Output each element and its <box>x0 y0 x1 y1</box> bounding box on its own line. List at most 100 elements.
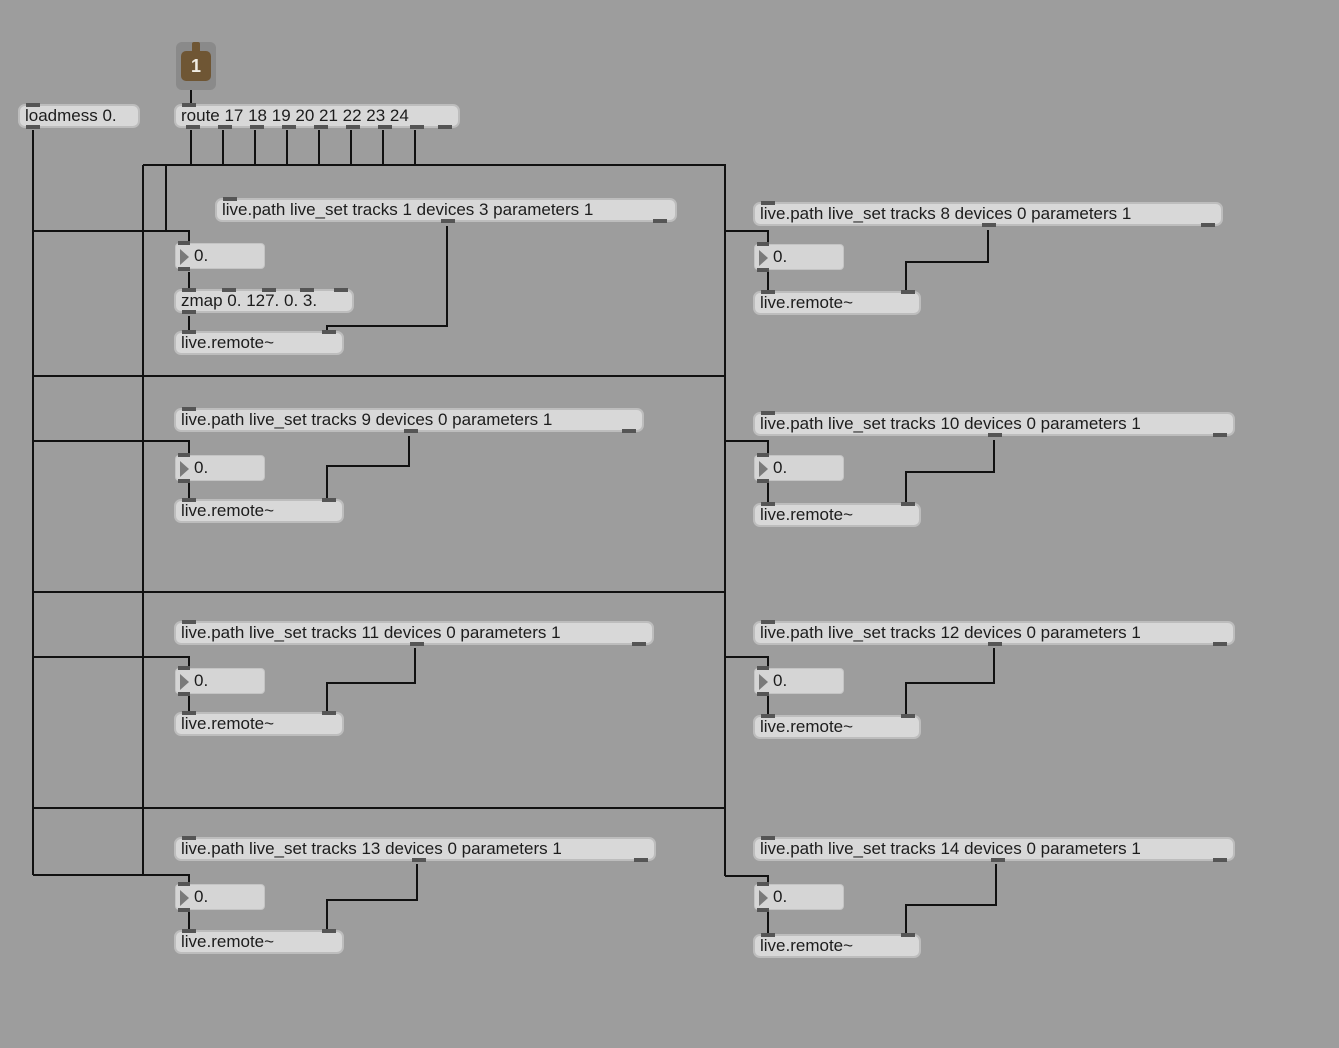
live-path-text: live.path live_set tracks 14 devices 0 p… <box>760 839 1141 858</box>
outlet-port-icon <box>178 267 190 271</box>
inlet-port-icon <box>26 103 40 107</box>
outlet-port-icon <box>634 858 648 862</box>
float-number-box[interactable]: 0. <box>175 882 265 912</box>
float-number-box[interactable]: 0. <box>754 453 844 483</box>
inlet-port-icon <box>761 714 775 718</box>
float-number-box[interactable]: 0. <box>754 666 844 696</box>
live-path-object[interactable]: live.path live_set tracks 14 devices 0 p… <box>753 836 1235 862</box>
live-path-object[interactable]: live.path live_set tracks 12 devices 0 p… <box>753 620 1235 646</box>
inlet-port-icon <box>182 330 196 334</box>
inlet-port-icon <box>222 288 236 292</box>
outlet-port-icon <box>178 692 190 696</box>
live-path-object[interactable]: live.path live_set tracks 1 devices 3 pa… <box>215 197 677 223</box>
inlet-port-icon <box>182 620 196 624</box>
inlet-port-icon <box>262 288 276 292</box>
number-value: 0. <box>194 887 209 906</box>
inlet-port-object[interactable]: 1 <box>176 42 216 90</box>
route-text: route 17 18 19 20 21 22 23 24 <box>181 106 409 125</box>
outlet-port-icon <box>622 429 636 433</box>
zmap-object[interactable]: zmap 0. 127. 0. 3. <box>174 288 354 314</box>
float-number-box[interactable]: 0. <box>754 242 844 272</box>
float-number-box[interactable]: 0. <box>175 666 265 696</box>
live-path-object[interactable]: live.path live_set tracks 9 devices 0 pa… <box>174 407 644 433</box>
live-remote-object[interactable]: live.remote~ <box>174 498 344 523</box>
inlet-port-icon <box>322 929 336 933</box>
number-triangle-icon <box>759 250 768 266</box>
inlet-port-icon <box>182 498 196 502</box>
inlet-port-icon <box>757 453 769 457</box>
live-path-object[interactable]: live.path live_set tracks 10 devices 0 p… <box>753 411 1235 437</box>
number-triangle-icon <box>180 890 189 906</box>
live-path-text: live.path live_set tracks 1 devices 3 pa… <box>222 200 594 219</box>
number-value: 0. <box>194 246 209 265</box>
inlet-port-icon <box>901 714 915 718</box>
inlet-port-icon <box>178 882 190 886</box>
inlet-port-icon <box>334 288 348 292</box>
outlet-port-icon <box>757 268 769 272</box>
live-remote-text: live.remote~ <box>181 714 275 733</box>
live-remote-object[interactable]: live.remote~ <box>753 502 921 527</box>
outlet-port-icon <box>1201 223 1215 227</box>
number-value: 0. <box>773 671 788 690</box>
number-triangle-icon <box>759 674 768 690</box>
live-remote-object[interactable]: live.remote~ <box>753 933 921 958</box>
live-path-object[interactable]: live.path live_set tracks 13 devices 0 p… <box>174 836 656 862</box>
inlet-port-icon <box>300 288 314 292</box>
outlet-port-icon <box>186 125 200 129</box>
live-path-object[interactable]: live.path live_set tracks 8 devices 0 pa… <box>753 201 1223 227</box>
live-remote-object[interactable]: live.remote~ <box>174 711 344 736</box>
patcher-canvas[interactable]: 1 loadmess 0. route 17 18 19 20 21 22 23… <box>0 0 1339 1048</box>
number-triangle-icon <box>759 461 768 477</box>
inlet-port-number: 1 <box>181 51 211 81</box>
outlet-port-icon <box>991 858 1005 862</box>
outlet-port-icon <box>1213 858 1227 862</box>
live-path-text: live.path live_set tracks 13 devices 0 p… <box>181 839 562 858</box>
outlet-port-icon <box>26 125 40 129</box>
outlet-port-icon <box>653 219 667 223</box>
live-remote-object[interactable]: live.remote~ <box>753 290 921 315</box>
live-remote-object[interactable]: live.remote~ <box>753 714 921 739</box>
inlet-port-icon <box>178 241 190 245</box>
inlet-port-icon <box>761 933 775 937</box>
outlet-port-icon <box>178 908 190 912</box>
outlet-port-icon <box>250 125 264 129</box>
loadmess-object[interactable]: loadmess 0. <box>18 103 140 129</box>
live-path-object[interactable]: live.path live_set tracks 11 devices 0 p… <box>174 620 654 646</box>
float-number-box[interactable]: 0. <box>754 882 844 912</box>
inlet-port-icon <box>761 290 775 294</box>
outlet-port-icon <box>178 479 190 483</box>
live-remote-object[interactable]: live.remote~ <box>174 330 344 355</box>
route-object[interactable]: route 17 18 19 20 21 22 23 24 <box>174 103 460 129</box>
live-remote-text: live.remote~ <box>760 936 854 955</box>
outlet-port-icon <box>1213 433 1227 437</box>
inlet-port-icon <box>757 242 769 246</box>
number-value: 0. <box>773 887 788 906</box>
inlet-port-icon <box>322 711 336 715</box>
outlet-port-icon <box>757 908 769 912</box>
inlet-port-icon <box>761 836 775 840</box>
live-remote-text: live.remote~ <box>181 932 275 951</box>
number-triangle-icon <box>759 890 768 906</box>
zmap-text: zmap 0. 127. 0. 3. <box>181 291 318 310</box>
live-remote-text: live.remote~ <box>760 505 854 524</box>
inlet-port-icon <box>178 666 190 670</box>
live-remote-object[interactable]: live.remote~ <box>174 929 344 954</box>
live-remote-text: live.remote~ <box>760 293 854 312</box>
float-number-box[interactable]: 0. <box>175 453 265 483</box>
inlet-port-icon <box>901 933 915 937</box>
live-remote-text: live.remote~ <box>760 717 854 736</box>
inlet-port-icon <box>757 882 769 886</box>
live-remote-text: live.remote~ <box>181 501 275 520</box>
inlet-port-icon <box>182 929 196 933</box>
outlet-port-icon <box>438 125 452 129</box>
live-remote-text: live.remote~ <box>181 333 275 352</box>
live-path-text: live.path live_set tracks 12 devices 0 p… <box>760 623 1141 642</box>
number-triangle-icon <box>180 461 189 477</box>
outlet-port-icon <box>757 692 769 696</box>
outlet-port-icon <box>988 433 1002 437</box>
outlet-port-icon <box>346 125 360 129</box>
inlet-port-icon <box>182 407 196 411</box>
number-value: 0. <box>194 458 209 477</box>
live-path-text: live.path live_set tracks 8 devices 0 pa… <box>760 204 1132 223</box>
float-number-box[interactable]: 0. <box>175 241 265 271</box>
